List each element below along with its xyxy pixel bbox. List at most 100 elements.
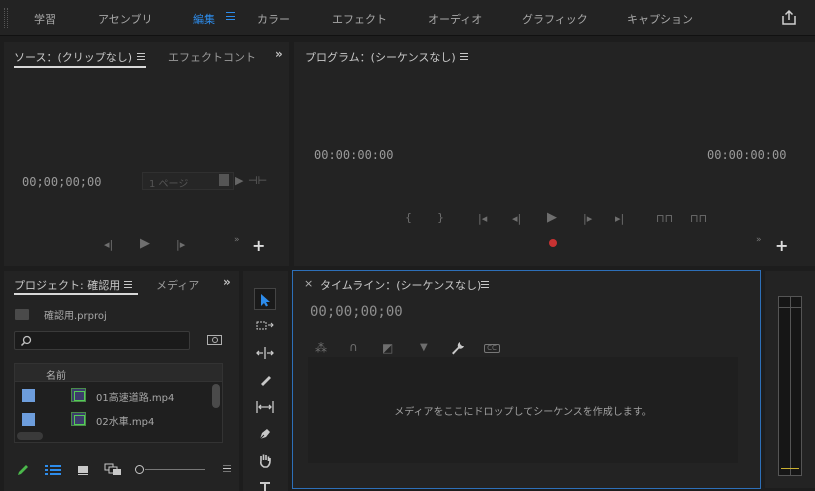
lift-icon[interactable]: ⊓⊓	[656, 212, 673, 225]
workspace-tab-captions[interactable]: キャプション	[627, 11, 693, 27]
label-color-swatch[interactable]	[22, 413, 35, 426]
type-icon	[260, 482, 270, 491]
pencil-icon[interactable]	[16, 463, 30, 477]
captions-icon[interactable]: CC	[484, 344, 500, 353]
track-select-tool[interactable]	[254, 315, 276, 337]
icon-view-icon[interactable]	[77, 464, 89, 476]
source-timecode[interactable]: 00;00;00;00	[22, 175, 101, 189]
zoom-slider[interactable]	[135, 465, 205, 474]
workspace-tab-audio[interactable]: オーディオ	[428, 11, 482, 27]
linked-selection-icon[interactable]: ◩	[382, 341, 393, 355]
workspace-tab-assembly[interactable]: アセンブリ	[98, 11, 152, 27]
wrench-icon[interactable]	[451, 341, 465, 355]
step-forward-icon[interactable]: |▸	[583, 212, 592, 225]
project-menu-icon[interactable]	[124, 281, 132, 288]
meter-level-line	[781, 468, 799, 469]
play-icon[interactable]: ▶	[140, 236, 150, 251]
horizontal-scrollbar[interactable]	[17, 432, 43, 440]
tab-underline	[14, 293, 138, 295]
zoom-slider-handle[interactable]	[135, 465, 144, 474]
project-search-field[interactable]	[14, 331, 190, 350]
razor-tool[interactable]	[254, 369, 276, 391]
workspace-tab-learning[interactable]: 学習	[34, 11, 56, 27]
page-select[interactable]: 1 ページ	[142, 172, 234, 190]
workspace-tab-editing[interactable]: 編集	[193, 11, 215, 27]
record-indicator-icon	[549, 239, 557, 247]
vertical-scrollbar[interactable]	[212, 384, 220, 408]
slip-icon	[256, 401, 274, 413]
extract-icon[interactable]: ⊓⊓	[690, 212, 707, 225]
workspace-tab-effects[interactable]: エフェクト	[332, 11, 387, 27]
share-icon[interactable]	[781, 9, 797, 25]
add-marker-icon[interactable]: ▼	[420, 342, 428, 353]
page-select-label: 1 ページ	[149, 179, 189, 190]
clip-name: 01高速道路.mp4	[96, 393, 175, 404]
list-header: 名前	[15, 364, 222, 382]
mark-in-icon[interactable]: {	[405, 211, 412, 224]
audio-meter	[778, 296, 802, 476]
go-to-in-icon[interactable]: |◂	[478, 212, 487, 225]
razor-icon	[261, 376, 271, 386]
project-search-input[interactable]	[35, 333, 185, 348]
tab-effect-controls[interactable]: エフェクトコント	[168, 49, 256, 65]
folder-icon	[15, 309, 29, 320]
play-icon[interactable]: ▶	[547, 210, 557, 225]
play-inout-icon[interactable]: ▶	[235, 174, 243, 187]
more-controls-icon[interactable]: »	[234, 235, 239, 245]
tab-media[interactable]: メディア	[156, 277, 199, 293]
hand-tool[interactable]	[254, 450, 276, 472]
source-menu-icon[interactable]	[137, 53, 145, 60]
close-icon[interactable]: ×	[304, 277, 313, 290]
track-select-icon	[256, 321, 274, 330]
workspace-menu-icon[interactable]	[226, 12, 235, 20]
pen-tool[interactable]	[254, 423, 276, 445]
program-timecode-current[interactable]: 00:00:00:00	[314, 148, 393, 162]
workspace-tab-graphics[interactable]: グラフィック	[522, 11, 588, 27]
step-forward-icon[interactable]: |▸	[176, 238, 185, 251]
mark-out-icon[interactable]: }	[437, 211, 444, 224]
drop-message: メディアをここにドロップしてシーケンスを作成します。	[394, 407, 652, 418]
clip-name: 02水車.mp4	[96, 417, 155, 428]
step-back-icon[interactable]: ◂|	[512, 212, 521, 225]
freeform-view-icon[interactable]	[104, 463, 122, 476]
list-item[interactable]: 01高速道路.mp4	[15, 383, 215, 407]
tab-source[interactable]: ソース：(クリップなし)	[14, 49, 132, 65]
grip-handle[interactable]	[4, 8, 8, 28]
loop-icon[interactable]: ⊣⊢	[248, 174, 267, 187]
nest-icon[interactable]: ⁂	[315, 341, 327, 355]
video-clip-icon	[71, 388, 86, 402]
slip-tool[interactable]	[254, 396, 276, 418]
list-item[interactable]: 02水車.mp4	[15, 407, 215, 431]
go-to-out-icon[interactable]: ▸|	[615, 212, 624, 225]
more-controls-icon[interactable]: »	[756, 235, 761, 245]
project-item-list: 名前 01高速道路.mp4 02水車.mp4	[14, 363, 223, 443]
timeline-timecode[interactable]: 00;00;00;00	[310, 304, 403, 320]
selection-tool[interactable]	[254, 288, 276, 310]
type-tool[interactable]	[254, 476, 276, 491]
timeline-title[interactable]: タイムライン：(シーケンスなし)	[320, 277, 481, 293]
tab-underline	[14, 66, 146, 68]
snap-icon[interactable]: ∩	[349, 340, 358, 354]
program-timecode-duration: 00:00:00:00	[707, 148, 787, 162]
workspace-tab-color[interactable]: カラー	[257, 11, 290, 27]
workspace-bar: 学習 アセンブリ 編集 カラー エフェクト オーディオ グラフィック キャプショ…	[0, 0, 815, 36]
add-button-icon[interactable]: +	[775, 236, 788, 255]
program-panel: プログラム：(シーケンスなし) 00:00:00:00 00:00:00:00 …	[294, 42, 815, 266]
list-view-icon[interactable]	[45, 464, 61, 476]
timeline-drop-area[interactable]: メディアをここにドロップしてシーケンスを作成します。	[308, 357, 738, 463]
pen-icon	[258, 429, 270, 441]
panel-overflow-icon[interactable]: »	[223, 275, 231, 289]
timeline-menu-icon[interactable]	[481, 281, 489, 288]
panel-overflow-icon[interactable]: »	[275, 47, 283, 61]
program-title[interactable]: プログラム：(シーケンスなし)	[305, 49, 456, 65]
new-search-bin-icon[interactable]	[207, 333, 223, 346]
add-button-icon[interactable]: +	[252, 236, 265, 255]
program-menu-icon[interactable]	[460, 53, 468, 60]
project-footer-menu-icon[interactable]	[223, 465, 231, 472]
ripple-edit-tool[interactable]	[254, 342, 276, 364]
tab-project[interactable]: プロジェクト: 確認用	[14, 277, 120, 293]
arrow-icon	[261, 294, 270, 307]
label-color-swatch[interactable]	[22, 389, 35, 402]
column-name-header[interactable]: 名前	[46, 367, 66, 382]
step-back-icon[interactable]: ◂|	[104, 238, 113, 251]
